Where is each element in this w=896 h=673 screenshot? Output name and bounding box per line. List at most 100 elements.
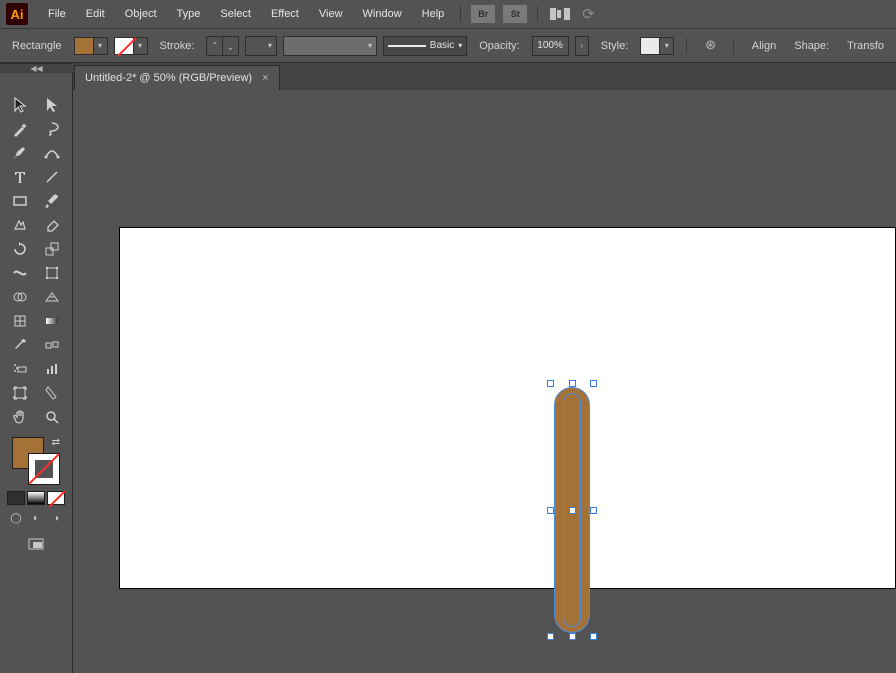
brush-definition-dropdown[interactable]: Basic ▾ <box>383 36 467 56</box>
document-tab-title: Untitled-2* @ 50% (RGB/Preview) <box>85 72 252 84</box>
menu-window[interactable]: Window <box>353 4 412 24</box>
recolor-artwork-icon[interactable]: ⊛ <box>705 37 721 55</box>
artboard[interactable] <box>119 227 896 589</box>
stroke-color-box[interactable] <box>28 453 60 485</box>
stroke-swatch-dropdown[interactable]: ▾ <box>114 37 148 55</box>
slice-tool[interactable] <box>36 381 68 405</box>
eraser-tool[interactable] <box>36 213 68 237</box>
draw-normal-icon[interactable]: ◯ <box>7 511 25 525</box>
gradient-tool[interactable] <box>36 309 68 333</box>
transform-button[interactable]: Transfo <box>841 40 890 52</box>
line-tool[interactable] <box>36 165 68 189</box>
stroke-label[interactable]: Stroke: <box>154 40 201 52</box>
curvature-tool[interactable] <box>36 141 68 165</box>
magic-wand-tool[interactable] <box>4 117 36 141</box>
swap-fill-stroke-icon[interactable]: ⇄ <box>52 437 60 448</box>
menu-help[interactable]: Help <box>412 4 455 24</box>
tool-panel: ⇄ ◯ ◐ ◑ <box>0 73 73 673</box>
color-mode-none[interactable] <box>47 491 65 505</box>
menu-divider-2 <box>537 6 538 22</box>
menu-object[interactable]: Object <box>115 4 167 24</box>
color-mode-gradient[interactable] <box>27 491 45 505</box>
shape-builder-tool[interactable] <box>4 285 36 309</box>
ctrl-divider <box>686 38 687 54</box>
draw-inside-icon[interactable]: ◑ <box>47 511 65 525</box>
screen-mode-button[interactable] <box>20 535 52 553</box>
variable-width-profile-dropdown[interactable]: ▾ <box>245 36 277 56</box>
selection-tool[interactable] <box>4 93 36 117</box>
fill-swatch[interactable] <box>74 37 94 55</box>
lasso-tool[interactable] <box>36 117 68 141</box>
selection-handle-top-mid[interactable] <box>569 380 576 387</box>
fill-stroke-control[interactable]: ⇄ <box>12 437 60 485</box>
style-label[interactable]: Style: <box>595 40 635 52</box>
pen-tool[interactable] <box>4 141 36 165</box>
document-tab-bar: Untitled-2* @ 50% (RGB/Preview) × <box>0 63 896 91</box>
draw-behind-icon[interactable]: ◐ <box>27 511 45 525</box>
selection-handle-bottom-mid[interactable] <box>569 633 576 640</box>
selection-handle-bottom-right[interactable] <box>590 633 597 640</box>
stroke-swatch[interactable] <box>114 37 134 55</box>
artboard-tool[interactable] <box>4 381 36 405</box>
selection-type-label: Rectangle <box>6 40 68 52</box>
draw-mode-row: ◯ ◐ ◑ <box>7 511 65 525</box>
hand-tool[interactable] <box>4 405 36 429</box>
stock-button[interactable]: St <box>503 5 527 23</box>
fill-dropdown-arrow[interactable]: ▾ <box>94 37 108 55</box>
tool-panel-collapse-handle[interactable]: ◀◀ <box>0 63 73 73</box>
opacity-input[interactable]: 100% <box>532 36 569 56</box>
align-button[interactable]: Align <box>746 40 782 52</box>
selection-handle-mid-right[interactable] <box>590 507 597 514</box>
width-tool[interactable] <box>4 261 36 285</box>
menu-view[interactable]: View <box>309 4 353 24</box>
selected-shape-group[interactable] <box>554 387 590 633</box>
document-tab[interactable]: Untitled-2* @ 50% (RGB/Preview) × <box>74 65 280 90</box>
bridge-button[interactable]: Br <box>471 5 495 23</box>
rectangle-tool[interactable] <box>4 189 36 213</box>
eyedropper-tool[interactable] <box>4 333 36 357</box>
column-graph-tool[interactable] <box>36 357 68 381</box>
menu-file[interactable]: File <box>38 4 76 24</box>
color-mode-row <box>7 491 65 505</box>
selection-handle-mid-left[interactable] <box>547 507 554 514</box>
zoom-tool[interactable] <box>36 405 68 429</box>
opacity-arrow[interactable]: › <box>575 36 589 56</box>
selection-handle-top-left[interactable] <box>547 380 554 387</box>
style-swatch[interactable] <box>640 37 660 55</box>
control-bar: Rectangle ▾ ▾ Stroke: ⌃ ⌃ ▾ ▾ Basic ▾ Op… <box>0 28 896 63</box>
fill-swatch-dropdown[interactable]: ▾ <box>74 37 108 55</box>
style-dropdown-arrow[interactable]: ▾ <box>660 37 674 55</box>
brush-label: Basic <box>430 40 454 51</box>
arrange-documents-button[interactable]: ▾ <box>550 8 570 20</box>
shaper-tool[interactable] <box>4 213 36 237</box>
free-transform-tool[interactable] <box>36 261 68 285</box>
rotate-tool[interactable] <box>4 237 36 261</box>
menu-edit[interactable]: Edit <box>76 4 115 24</box>
stroke-variable-dropdown[interactable]: ▾ <box>283 36 377 56</box>
perspective-grid-tool[interactable] <box>36 285 68 309</box>
color-mode-solid[interactable] <box>7 491 25 505</box>
ctrl-divider-2 <box>733 38 734 54</box>
selection-handle-center[interactable] <box>569 507 576 514</box>
tab-close-button[interactable]: × <box>262 72 268 84</box>
menu-type[interactable]: Type <box>167 4 211 24</box>
selection-handle-top-right[interactable] <box>590 380 597 387</box>
selection-handle-bottom-left[interactable] <box>547 633 554 640</box>
sync-settings-icon[interactable]: ⟳ <box>582 5 595 23</box>
scale-tool[interactable] <box>36 237 68 261</box>
mesh-tool[interactable] <box>4 309 36 333</box>
menu-effect[interactable]: Effect <box>261 4 309 24</box>
menu-bar: Ai File Edit Object Type Select Effect V… <box>0 0 896 28</box>
stroke-weight-input[interactable]: ⌃ ⌃ <box>206 36 238 56</box>
menu-select[interactable]: Select <box>210 4 261 24</box>
direct-selection-tool[interactable] <box>36 93 68 117</box>
paintbrush-tool[interactable] <box>36 189 68 213</box>
type-tool[interactable] <box>4 165 36 189</box>
brush-preview-line <box>388 45 426 47</box>
style-swatch-dropdown[interactable]: ▾ <box>640 37 674 55</box>
canvas-area[interactable] <box>73 90 896 673</box>
symbol-sprayer-tool[interactable] <box>4 357 36 381</box>
shape-button[interactable]: Shape: <box>788 40 835 52</box>
blend-tool[interactable] <box>36 333 68 357</box>
opacity-label[interactable]: Opacity: <box>473 40 525 52</box>
